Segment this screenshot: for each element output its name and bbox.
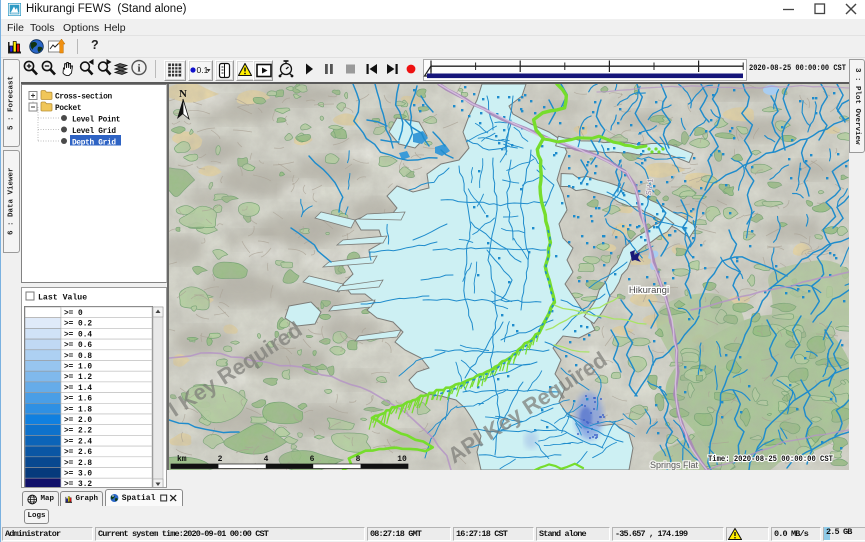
svg-text:2020-08-25 00:00:00 CST: 2020-08-25 00:00:00 CST (749, 63, 846, 73)
svg-text:>= 2.0: >= 2.0 (64, 417, 92, 425)
svg-text:6: 6 (310, 455, 315, 464)
svg-text:Last Value: Last Value (38, 293, 87, 303)
svg-text:>= 1.4: >= 1.4 (64, 385, 92, 393)
svg-text:>= 2.6: >= 2.6 (64, 449, 92, 457)
svg-text:4: 4 (264, 455, 269, 464)
svg-text:Level Point: Level Point (72, 117, 120, 125)
svg-text:Hikurangi: Hikurangi (629, 285, 669, 296)
svg-text:>= 2.8: >= 2.8 (64, 460, 92, 468)
svg-text:Cross-section: Cross-section (55, 94, 113, 102)
svg-text:>= 0.8: >= 0.8 (64, 353, 92, 361)
svg-text:Level Grid: Level Grid (72, 128, 116, 136)
svg-text:Time: 2020-08-25 00:00:00 CST: Time: 2020-08-25 00:00:00 CST (708, 455, 833, 464)
svg-text:>= 2.2: >= 2.2 (64, 428, 92, 436)
svg-text:N: N (179, 88, 187, 100)
svg-text:Springs Flat: Springs Flat (650, 460, 699, 470)
svg-text:>= 1.8: >= 1.8 (64, 406, 92, 414)
svg-text:>= 2.4: >= 2.4 (64, 438, 92, 446)
svg-text:Pocket: Pocket (55, 105, 81, 113)
svg-text:>= 0.6: >= 0.6 (64, 342, 92, 350)
svg-text:>= 1.0: >= 1.0 (64, 364, 92, 372)
svg-text:2: 2 (218, 455, 223, 464)
svg-text:>= 0.4: >= 0.4 (64, 331, 92, 339)
svg-text:>= 0.2: >= 0.2 (64, 321, 92, 329)
svg-text:km: km (177, 455, 187, 464)
svg-text:10: 10 (397, 455, 407, 464)
svg-text:8: 8 (356, 455, 361, 464)
svg-text:>= 1.6: >= 1.6 (64, 396, 92, 404)
svg-text:>= 3.2: >= 3.2 (64, 481, 92, 487)
svg-text:Depth Grid: Depth Grid (72, 140, 116, 148)
svg-text:>= 3.0: >= 3.0 (64, 471, 92, 479)
svg-text:>= 0: >= 0 (64, 310, 83, 318)
svg-text:>= 1.2: >= 1.2 (64, 374, 92, 382)
